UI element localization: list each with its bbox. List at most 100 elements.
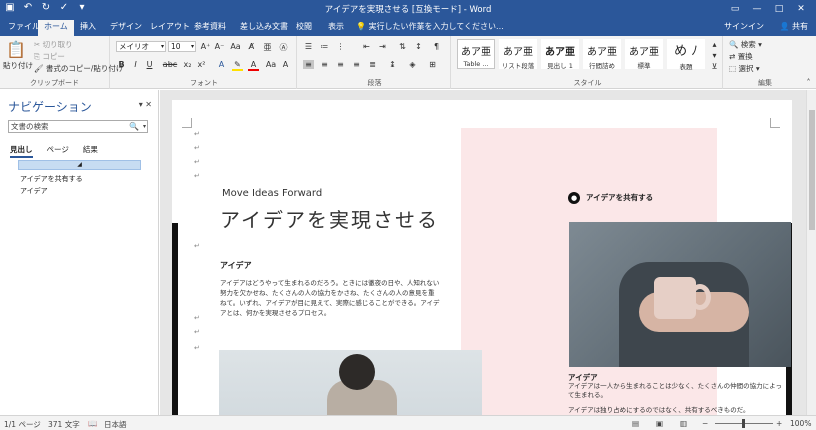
document-subtitle[interactable]: Move Ideas Forward	[222, 188, 322, 199]
selected-heading-row[interactable]: ◢	[18, 160, 141, 170]
tab-pages[interactable]: ページ	[47, 144, 69, 158]
numbering-icon[interactable]: ≔	[319, 42, 330, 51]
char-border-icon[interactable]: Ⓐ	[278, 42, 289, 53]
superscript-button[interactable]: x²	[196, 60, 207, 69]
web-layout-icon[interactable]: ▥	[680, 419, 687, 428]
photo-person-working[interactable]	[219, 350, 482, 415]
heading-item[interactable]: アイデアを共有する	[20, 174, 83, 184]
tab-mailings[interactable]: 差し込み文書	[234, 20, 294, 36]
tab-headings[interactable]: 見出し	[10, 144, 33, 158]
page-count[interactable]: 1/1 ページ	[4, 419, 41, 430]
share-heading[interactable]: アイデアを共有する	[586, 192, 653, 203]
font-family-select[interactable]: メイリオ ▾	[116, 41, 166, 52]
shrink-font-icon[interactable]: A⁻	[214, 42, 225, 51]
sort-icon[interactable]: ↕	[413, 42, 424, 51]
maximize-button[interactable]: □	[768, 0, 790, 18]
style-no-spacing[interactable]: あア亜 行間詰め	[583, 39, 621, 70]
style-title[interactable]: め ﾉ表題	[667, 39, 705, 71]
tab-results[interactable]: 結果	[83, 144, 98, 158]
print-layout-icon[interactable]: ▣	[656, 419, 663, 428]
document-title[interactable]: アイデアを実現させる	[220, 204, 439, 233]
tab-design[interactable]: デザイン	[104, 20, 148, 36]
scrollbar-thumb[interactable]	[809, 110, 815, 230]
replace-button[interactable]: ⇄ 置換	[729, 51, 753, 62]
phonetic-guide-icon[interactable]: 亜	[262, 42, 273, 53]
search-icon[interactable]: 🔍	[129, 121, 139, 132]
close-button[interactable]: ✕	[790, 0, 812, 18]
borders-icon[interactable]: ⊞	[427, 60, 438, 69]
align-right-icon[interactable]: ≡	[335, 60, 346, 69]
paste-button[interactable]: 貼り付け	[3, 60, 33, 71]
share-button[interactable]: 👤 共有	[775, 20, 812, 33]
collapse-ribbon-icon[interactable]: ˄	[803, 78, 814, 87]
tab-home[interactable]: ホーム	[38, 20, 74, 36]
document-page[interactable]: ↵ ↵ ↵ ↵ ↵ ↵ ↵ ↵ Move Ideas Forward アイデアを…	[172, 100, 792, 415]
increase-indent-icon[interactable]: ⇥	[377, 42, 388, 51]
align-left-icon[interactable]: ≡	[303, 60, 314, 69]
tab-view[interactable]: 表示	[322, 20, 350, 36]
read-mode-icon[interactable]: ▤	[632, 419, 639, 428]
justify-icon[interactable]: ≡	[351, 60, 362, 69]
text-direction-icon[interactable]: ⇅	[397, 42, 408, 51]
zoom-out-icon[interactable]: −	[702, 419, 708, 428]
subscript-button[interactable]: x₂	[182, 60, 193, 69]
heading-item[interactable]: アイデア	[20, 186, 48, 196]
chevron-down-icon[interactable]: ▾	[143, 121, 146, 132]
italic-button[interactable]: I	[130, 60, 141, 69]
text-effects-button[interactable]: A	[216, 60, 227, 69]
grow-font-icon[interactable]: A⁺	[200, 42, 211, 51]
ribbon-display-icon[interactable]: ▭	[724, 0, 746, 18]
change-case-icon[interactable]: Aa	[230, 42, 241, 51]
word-count[interactable]: 371 文字	[48, 419, 80, 430]
tab-references[interactable]: 参考資料	[188, 20, 232, 36]
underline-button[interactable]: U	[144, 60, 155, 69]
show-marks-icon[interactable]: ¶	[431, 42, 442, 51]
proofing-icon[interactable]: 📖	[88, 419, 97, 428]
paste-icon[interactable]: 📋	[6, 40, 26, 59]
zoom-level[interactable]: 100%	[790, 419, 811, 428]
style-table[interactable]: あア亜 Table ...	[457, 39, 495, 69]
tab-insert[interactable]: 挿入	[74, 20, 102, 36]
zoom-slider-knob[interactable]	[742, 419, 745, 428]
line-spacing-icon[interactable]: ↨	[387, 60, 398, 69]
body-paragraph[interactable]: アイデアはどうやって生まれるのだろう。ときには徹夜の日や、人知れない努力を欠かせ…	[220, 278, 440, 318]
clear-formatting-icon[interactable]: A̸	[246, 42, 257, 51]
section-heading[interactable]: アイデア	[220, 260, 252, 271]
bold-button[interactable]: B	[116, 60, 127, 69]
multilevel-list-icon[interactable]: ⋮	[335, 42, 346, 51]
cut-button[interactable]: ✂ 切り取り	[34, 39, 73, 50]
vertical-scrollbar[interactable]	[806, 90, 816, 415]
format-painter-button[interactable]: 🖌 書式のコピー/貼り付け	[34, 63, 123, 74]
minimize-button[interactable]: —	[746, 0, 768, 18]
document-search-input[interactable]: 文書の検索 🔍 ▾	[8, 120, 148, 133]
tab-review[interactable]: 校閲	[290, 20, 318, 36]
copy-button[interactable]: ⎘ コピー	[34, 51, 65, 62]
style-normal[interactable]: あア亜 標準	[625, 39, 663, 70]
pane-options-icon[interactable]: ▾	[139, 100, 143, 109]
tell-me-box[interactable]: 💡 実行したい作業を入力してください...	[356, 21, 504, 32]
styles-more-icon[interactable]: ⊻	[709, 62, 720, 71]
close-pane-icon[interactable]: ✕	[145, 100, 152, 109]
sign-in-link[interactable]: サインイン	[724, 21, 764, 32]
char-shading-button[interactable]: Aa	[264, 60, 278, 69]
select-button[interactable]: ⬚ 選択 ▾	[729, 63, 760, 74]
find-button[interactable]: 🔍 検索 ▾	[729, 39, 762, 50]
strikethrough-button[interactable]: abc	[162, 60, 178, 69]
font-size-select[interactable]: 10 ▾	[168, 41, 196, 52]
bullets-icon[interactable]: ☰	[303, 42, 314, 51]
style-heading-1[interactable]: あア亜 見出し 1	[541, 39, 579, 70]
style-list-paragraph[interactable]: あア亜 リスト段落	[499, 39, 537, 70]
enclose-char-button[interactable]: A	[280, 60, 291, 69]
zoom-in-icon[interactable]: +	[776, 419, 782, 428]
highlight-icon[interactable]: ✎	[232, 60, 243, 71]
decrease-indent-icon[interactable]: ⇤	[361, 42, 372, 51]
styles-scroll-up-icon[interactable]: ▴	[709, 40, 720, 49]
language-indicator[interactable]: 日本語	[104, 419, 127, 430]
styles-scroll-down-icon[interactable]: ▾	[709, 51, 720, 60]
caption-text[interactable]: アイデアは独り占めにするのではなく、共有するべきものだ。	[568, 406, 788, 415]
shading-icon[interactable]: ◈	[407, 60, 418, 69]
caption-text[interactable]: アイデアは一人から生まれることは少なく、たくさんの仲間の協力によって生まれる。	[568, 382, 788, 400]
photo-holding-mug[interactable]	[569, 222, 791, 367]
align-center-icon[interactable]: ≡	[319, 60, 330, 69]
font-color-button[interactable]: A	[248, 60, 259, 71]
